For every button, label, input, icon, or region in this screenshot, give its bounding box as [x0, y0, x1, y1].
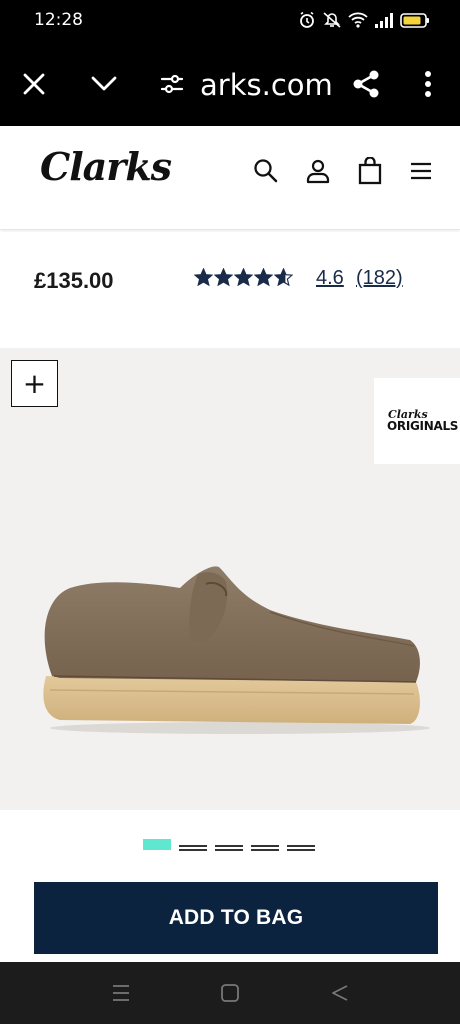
status-bar: 12:28	[0, 0, 460, 40]
battery-icon	[400, 13, 429, 28]
plus-icon: +	[22, 366, 47, 400]
share-button[interactable]	[344, 62, 388, 106]
add-to-bag-button[interactable]: ADD TO BAG	[34, 882, 438, 954]
badge-originals: ORIGINALS	[387, 419, 459, 433]
recents-button[interactable]	[108, 980, 134, 1006]
more-icon	[425, 71, 431, 97]
site-settings-icon	[160, 74, 184, 94]
back-icon	[332, 985, 348, 1001]
search-button[interactable]	[249, 154, 283, 188]
star-icon	[194, 268, 213, 287]
star-icon	[274, 268, 293, 287]
product-image-shoe	[43, 566, 430, 734]
share-icon	[353, 70, 379, 98]
search-icon	[254, 159, 278, 183]
clarks-logo[interactable]: Clarks	[40, 144, 172, 189]
price-rating-row: £135.00 4.6 (182)	[0, 232, 460, 348]
account-icon	[306, 159, 330, 184]
back-button[interactable]	[327, 980, 353, 1006]
product-image-gallery[interactable]: + Clarks ORIGINALS	[0, 348, 460, 810]
status-time: 12:28	[34, 10, 83, 30]
signal-icon	[375, 13, 393, 28]
url-text[interactable]: arks.com	[200, 68, 333, 102]
product-price: £135.00	[34, 268, 114, 293]
review-count-link[interactable]: (182)	[356, 267, 403, 290]
carousel-dot[interactable]	[143, 839, 171, 850]
bag-button[interactable]	[353, 154, 387, 188]
carousel-dot[interactable]	[215, 845, 243, 851]
carousel-dot[interactable]	[251, 845, 279, 851]
status-icons	[298, 9, 430, 31]
bag-icon	[358, 157, 382, 185]
recents-icon	[113, 985, 129, 1001]
close-tab-button[interactable]	[12, 62, 56, 106]
site-header: Clarks	[0, 126, 460, 230]
minimize-button[interactable]	[82, 62, 126, 106]
star-icon	[234, 268, 253, 287]
carousel-indicators	[0, 838, 460, 852]
add-to-bag-label: ADD TO BAG	[168, 906, 304, 929]
home-icon	[221, 984, 239, 1002]
star-rating[interactable]	[194, 268, 293, 287]
browser-toolbar: arks.com	[0, 40, 460, 126]
system-navigation-bar	[0, 962, 460, 1024]
mute-icon	[323, 12, 341, 28]
home-button[interactable]	[217, 980, 243, 1006]
site-settings-button[interactable]	[150, 62, 194, 106]
menu-button[interactable]	[404, 154, 438, 188]
star-icon	[254, 268, 273, 287]
account-button[interactable]	[301, 154, 335, 188]
rating-value[interactable]: 4.6	[316, 267, 344, 290]
clarks-originals-badge: Clarks ORIGINALS	[374, 378, 460, 464]
chevron-down-icon	[91, 76, 117, 91]
zoom-button[interactable]: +	[11, 360, 58, 407]
more-options-button[interactable]	[406, 62, 450, 106]
wifi-icon	[348, 12, 368, 28]
alarm-icon	[300, 11, 314, 28]
carousel-dot[interactable]	[179, 845, 207, 851]
close-icon	[23, 73, 45, 95]
menu-icon	[411, 162, 431, 180]
carousel-dot[interactable]	[287, 845, 315, 851]
star-icon	[214, 268, 233, 287]
